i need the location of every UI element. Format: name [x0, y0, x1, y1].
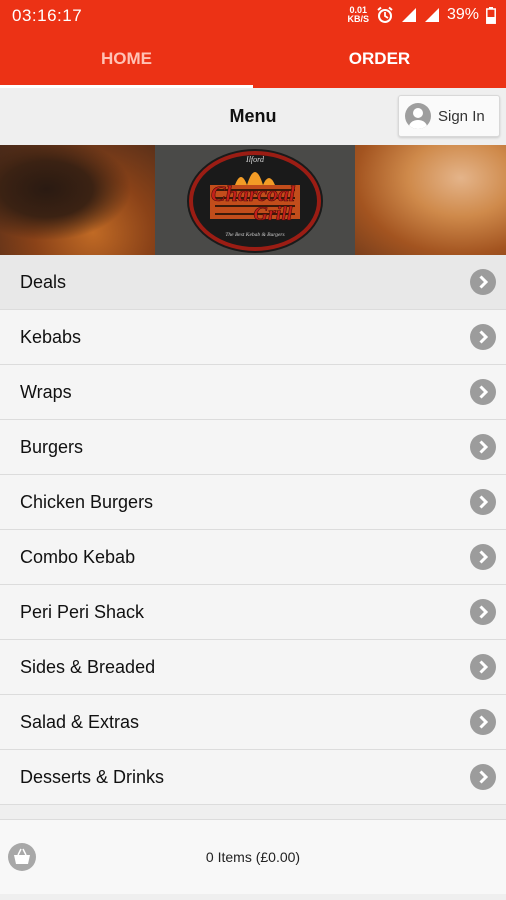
net-speed-unit: KB/S [347, 14, 369, 24]
menu-item-label: Peri Peri Shack [20, 602, 145, 622]
menu-item-label: Burgers [20, 437, 84, 457]
chevron-right-icon [470, 764, 496, 790]
chevron-right-icon [470, 544, 496, 570]
tab-order[interactable]: ORDER [253, 30, 506, 88]
menu-item-label: Wraps [20, 382, 72, 402]
menu-item-label: Sides & Breaded [20, 657, 156, 677]
status-icons: 0.01 KB/S 39% [347, 4, 496, 26]
menu-item-peri-peri-shack[interactable]: Peri Peri Shack [0, 585, 506, 640]
sign-in-label: Sign In [438, 107, 485, 125]
logo-ilford-text: Ilford [245, 155, 265, 164]
tab-home[interactable]: HOME [0, 30, 253, 88]
menu-category-list: Deals Kebabs Wraps Burgers Chicken Burge… [0, 255, 506, 805]
chevron-right-icon [470, 654, 496, 680]
menu-item-label: Salad & Extras [20, 712, 140, 732]
food-image-left [0, 145, 155, 255]
chevron-right-icon [470, 324, 496, 350]
menu-item-label: Chicken Burgers [20, 492, 154, 512]
chevron-right-icon [470, 269, 496, 295]
menu-item-deals[interactable]: Deals [0, 255, 506, 310]
signal-icon [401, 8, 416, 22]
chevron-right-icon [470, 434, 496, 460]
alarm-icon [377, 6, 393, 23]
menu-item-combo-kebab[interactable]: Combo Kebab [0, 530, 506, 585]
menu-item-label: Deals [20, 272, 67, 292]
signal-icon-2 [424, 8, 439, 22]
menu-header: Menu Sign In [0, 88, 506, 145]
food-image-right [355, 145, 506, 255]
net-speed: 0.01 KB/S [347, 6, 369, 24]
tab-bar: HOME ORDER [0, 30, 506, 88]
cart-bar[interactable]: 0 Items (£0.00) [0, 819, 506, 894]
menu-item-label: Combo Kebab [20, 547, 136, 567]
restaurant-banner: Ilford Charcoal Grill The Best Kebab & B… [0, 145, 506, 255]
menu-item-salad-extras[interactable]: Salad & Extras [0, 695, 506, 750]
cart-summary: 0 Items (£0.00) [205, 849, 301, 865]
menu-item-chicken-burgers[interactable]: Chicken Burgers [0, 475, 506, 530]
chevron-right-icon [470, 379, 496, 405]
restaurant-logo: Ilford Charcoal Grill The Best Kebab & B… [155, 145, 355, 255]
chevron-right-icon [470, 709, 496, 735]
menu-item-label: Kebabs [20, 327, 82, 347]
sign-in-button[interactable]: Sign In [398, 95, 500, 137]
user-icon [405, 103, 431, 129]
status-bar: 03:16:17 0.01 KB/S 39% [0, 0, 506, 30]
chevron-right-icon [470, 489, 496, 515]
battery-icon [486, 6, 496, 24]
menu-item-kebabs[interactable]: Kebabs [0, 310, 506, 365]
menu-item-wraps[interactable]: Wraps [0, 365, 506, 420]
menu-item-desserts-drinks[interactable]: Desserts & Drinks [0, 750, 506, 805]
menu-item-sides-breaded[interactable]: Sides & Breaded [0, 640, 506, 695]
status-time: 03:16:17 [12, 6, 83, 25]
battery-percent: 39% [446, 6, 479, 23]
logo-grill-text: Grill [254, 203, 293, 225]
chevron-right-icon [470, 599, 496, 625]
menu-item-label: Desserts & Drinks [20, 767, 165, 787]
logo-tagline-text: The Best Kebab & Burgers [225, 232, 284, 238]
menu-item-burgers[interactable]: Burgers [0, 420, 506, 475]
